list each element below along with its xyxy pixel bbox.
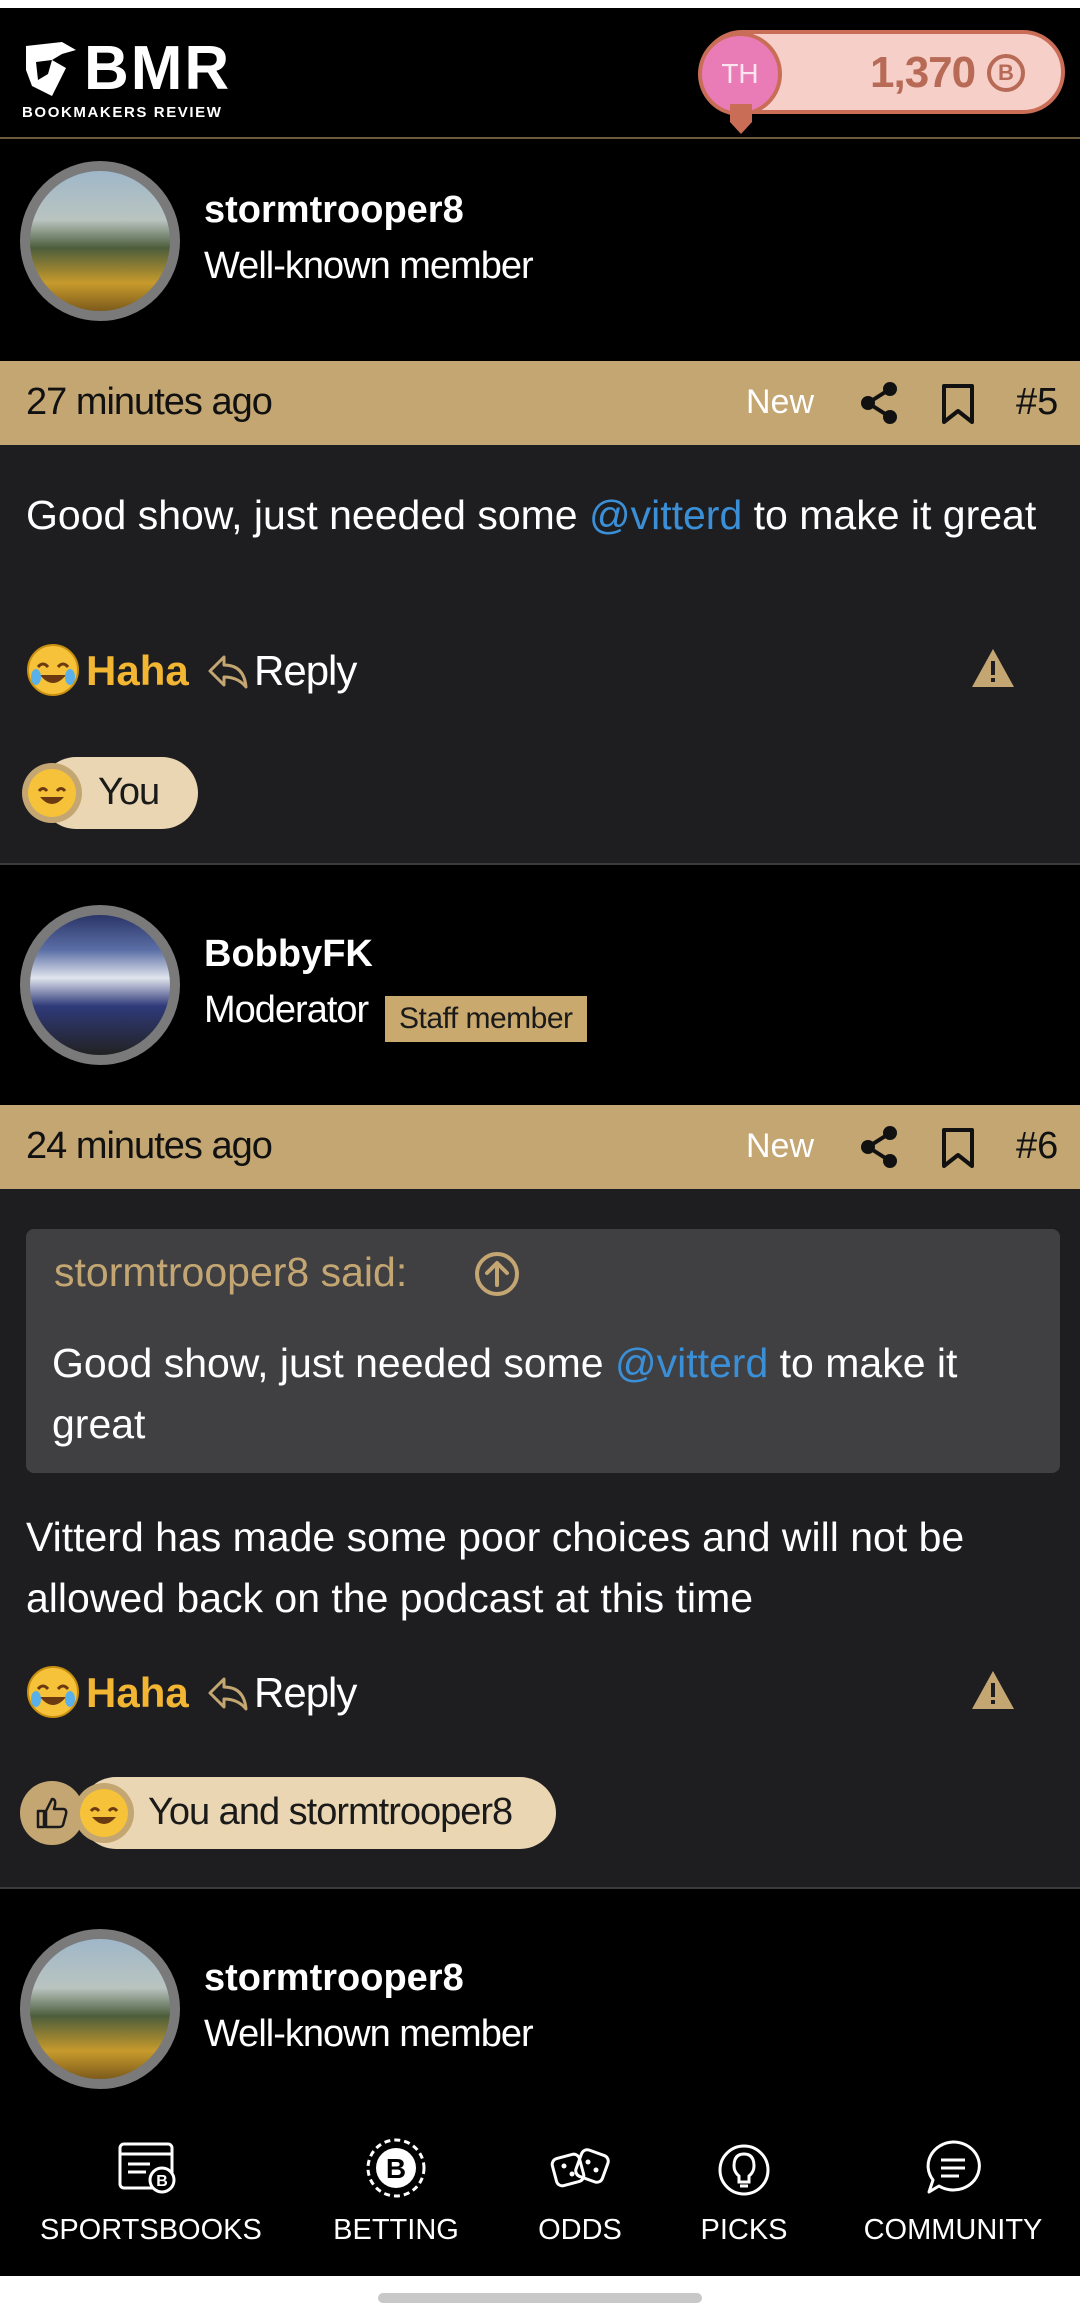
post-author-header: stormtrooper8 Well-known member bbox=[0, 141, 1080, 361]
avatar[interactable] bbox=[20, 161, 180, 321]
arrow-up-circle-icon[interactable] bbox=[474, 1251, 520, 1297]
avatar[interactable] bbox=[20, 905, 180, 1065]
reply-button[interactable]: Reply bbox=[254, 1669, 357, 1717]
post-message: Good show, just needed some @vitterd to … bbox=[26, 485, 1046, 546]
avatar-rank-pin-icon bbox=[730, 104, 752, 134]
post-meta-bar: 24 minutes ago New #6 bbox=[0, 1105, 1080, 1189]
nav-community[interactable]: COMMUNITY bbox=[860, 2136, 1046, 2247]
user-avatar-initials[interactable]: TH bbox=[698, 32, 782, 116]
betting-icon: B bbox=[366, 2138, 426, 2198]
new-badge: New bbox=[746, 383, 815, 421]
nav-betting[interactable]: B BETTING bbox=[316, 2136, 476, 2247]
home-indicator[interactable] bbox=[378, 2293, 702, 2303]
thumbs-up-icon bbox=[36, 1797, 68, 1829]
logo-tagline: BOOKMAKERS REVIEW bbox=[22, 104, 223, 121]
report-warning-icon[interactable] bbox=[970, 647, 1016, 689]
quote-message: Good show, just needed some @vitterd to … bbox=[52, 1333, 1042, 1455]
points-value: 1,370 bbox=[870, 48, 976, 97]
avatar[interactable] bbox=[20, 1929, 180, 2089]
reactions-bar[interactable]: You and stormtrooper8 bbox=[20, 1777, 560, 1849]
post-author-header: stormtrooper8 Well-known member bbox=[0, 1909, 1080, 2108]
user-title: Well-known member bbox=[204, 245, 534, 287]
post-actions: Haha Reply bbox=[26, 1661, 1056, 1721]
reaction-summary-text[interactable]: You bbox=[98, 771, 160, 814]
quoted-post[interactable]: stormtrooper8 said: Good show, just need… bbox=[26, 1229, 1060, 1473]
share-icon[interactable] bbox=[858, 1125, 900, 1169]
quote-text: Good show, just needed some bbox=[52, 1340, 615, 1386]
report-warning-icon[interactable] bbox=[970, 1669, 1016, 1711]
svg-text:B: B bbox=[386, 2153, 406, 2184]
nav-label: BETTING bbox=[333, 2214, 459, 2246]
bottom-nav: B SPORTSBOOKS B BETTING ODDS PICKS COMMU… bbox=[0, 2108, 1080, 2276]
coin-icon: B bbox=[987, 54, 1025, 92]
laughing-emoji-icon[interactable] bbox=[26, 643, 80, 697]
post-author-header: BobbyFK Moderator Staff member bbox=[0, 885, 1080, 1105]
picks-icon bbox=[718, 2144, 770, 2196]
laughing-emoji-icon bbox=[22, 763, 82, 823]
user-title: Well-known member bbox=[204, 2013, 534, 2055]
post-username[interactable]: stormtrooper8 bbox=[204, 189, 464, 232]
logo-text: BMR bbox=[84, 34, 232, 103]
nav-odds[interactable]: ODDS bbox=[520, 2136, 640, 2247]
post-time[interactable]: 27 minutes ago bbox=[26, 381, 273, 424]
post-time[interactable]: 24 minutes ago bbox=[26, 1125, 273, 1168]
logo-shield-icon bbox=[26, 42, 76, 96]
post-body: stormtrooper8 said: Good show, just need… bbox=[0, 1189, 1080, 1889]
post-message: Vitterd has made some poor choices and w… bbox=[26, 1514, 965, 1621]
community-icon bbox=[926, 2140, 981, 2194]
nav-label: SPORTSBOOKS bbox=[40, 2214, 262, 2246]
bookmark-icon[interactable] bbox=[940, 383, 976, 425]
post-username[interactable]: BobbyFK bbox=[204, 933, 373, 976]
bmr-logo[interactable]: BMR BOOKMAKERS REVIEW bbox=[22, 36, 242, 122]
new-badge: New bbox=[746, 1127, 815, 1165]
user-mention[interactable]: @vitterd bbox=[589, 492, 742, 538]
reply-icon[interactable] bbox=[206, 1673, 250, 1713]
nav-sportsbooks[interactable]: B SPORTSBOOKS bbox=[40, 2136, 262, 2247]
post-number[interactable]: #6 bbox=[1016, 1125, 1058, 1168]
post-username[interactable]: stormtrooper8 bbox=[204, 1957, 464, 2000]
reply-icon[interactable] bbox=[206, 651, 250, 691]
sportsbooks-icon: B bbox=[118, 2142, 176, 2194]
post-body: Good show, just needed some @vitterd to … bbox=[0, 445, 1080, 865]
nav-label: COMMUNITY bbox=[863, 2214, 1043, 2246]
reaction-summary-text[interactable]: You and stormtrooper8 bbox=[148, 1791, 513, 1834]
post-actions: Haha Reply bbox=[26, 639, 1056, 699]
laughing-emoji-icon[interactable] bbox=[26, 1665, 80, 1719]
odds-icon bbox=[550, 2148, 610, 2188]
share-icon[interactable] bbox=[858, 381, 900, 425]
laughing-emoji-icon bbox=[74, 1783, 134, 1843]
app-header: BMR BOOKMAKERS REVIEW TH 1,370 B bbox=[0, 8, 1080, 139]
status-bar bbox=[0, 0, 1080, 8]
haha-button[interactable]: Haha bbox=[86, 1669, 189, 1717]
post-meta-bar: 27 minutes ago New #5 bbox=[0, 361, 1080, 445]
nav-label: PICKS bbox=[700, 2214, 788, 2246]
staff-member-badge: Staff member bbox=[385, 996, 587, 1042]
nav-picks[interactable]: PICKS bbox=[684, 2136, 804, 2247]
user-mention[interactable]: @vitterd bbox=[615, 1340, 768, 1386]
reply-button[interactable]: Reply bbox=[254, 647, 357, 695]
message-text: to make it great bbox=[742, 492, 1037, 538]
bookmark-icon[interactable] bbox=[940, 1127, 976, 1169]
post-number[interactable]: #5 bbox=[1016, 381, 1058, 424]
reactions-bar[interactable]: You bbox=[20, 757, 200, 829]
nav-label: ODDS bbox=[538, 2214, 622, 2246]
svg-text:B: B bbox=[156, 2173, 168, 2190]
post-separator bbox=[0, 865, 1080, 885]
message-text: Good show, just needed some bbox=[26, 492, 589, 538]
post-separator bbox=[0, 1889, 1080, 1909]
haha-button[interactable]: Haha bbox=[86, 647, 189, 695]
quote-author[interactable]: stormtrooper8 said: bbox=[54, 1249, 407, 1296]
user-title: Moderator bbox=[204, 989, 369, 1031]
